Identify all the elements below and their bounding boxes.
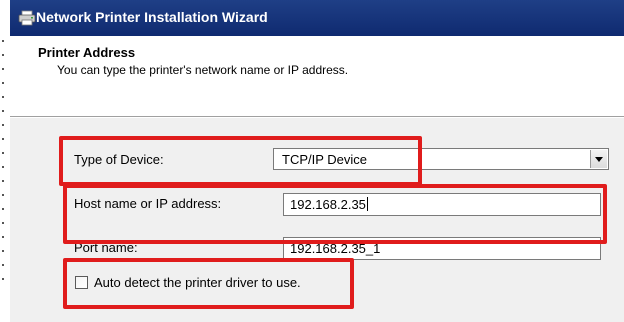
background-window-border <box>2 40 4 290</box>
annotation-highlight-checkbox <box>63 258 354 309</box>
window-title: Network Printer Installation Wizard <box>36 9 268 25</box>
annotation-highlight-host <box>63 184 607 244</box>
chevron-down-icon <box>595 157 603 162</box>
background-window-edge <box>0 0 8 322</box>
printer-icon <box>18 10 36 26</box>
page-description: You can type the printer's network name … <box>57 63 349 77</box>
annotation-highlight-device <box>59 136 422 186</box>
wizard-header: Printer Address You can type the printer… <box>10 36 624 116</box>
page-title: Printer Address <box>38 45 136 60</box>
dropdown-button[interactable] <box>590 150 607 168</box>
title-bar[interactable]: Network Printer Installation Wizard <box>10 0 624 36</box>
